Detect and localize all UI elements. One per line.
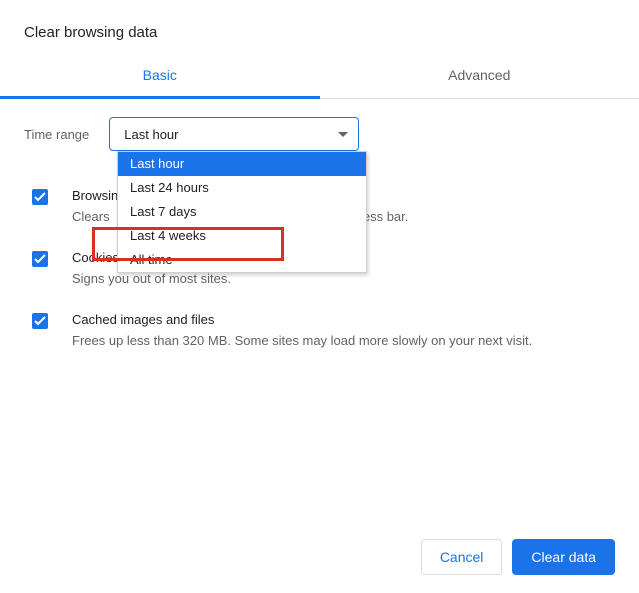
time-range-row: Time range Last hour Last hour Last 24 h… [24, 117, 615, 151]
clear-data-button[interactable]: Clear data [512, 539, 615, 575]
checkbox-cookies[interactable] [32, 251, 48, 267]
dialog-content: Time range Last hour Last hour Last 24 h… [0, 99, 639, 351]
option-all-time[interactable]: All time [118, 248, 366, 272]
clear-browsing-data-dialog: Clear browsing data Basic Advanced Time … [0, 0, 639, 593]
cancel-button[interactable]: Cancel [421, 539, 503, 575]
option-last-hour[interactable]: Last hour [118, 152, 366, 176]
dialog-title: Clear browsing data [0, 0, 639, 51]
cache-text: Cached images and files Frees up less th… [72, 311, 615, 351]
tab-basic[interactable]: Basic [0, 55, 320, 99]
time-range-dropdown: Last hour Last 24 hours Last 7 days Last… [117, 151, 367, 273]
cache-desc: Frees up less than 320 MB. Some sites ma… [72, 331, 615, 351]
time-range-value: Last hour [124, 127, 178, 142]
dialog-footer: Cancel Clear data [421, 539, 615, 575]
time-range-label: Time range [24, 127, 89, 142]
cache-title: Cached images and files [72, 311, 615, 329]
chevron-down-icon [338, 132, 348, 137]
check-icon [34, 316, 46, 326]
tabs: Basic Advanced [0, 55, 639, 99]
option-last-4-weeks[interactable]: Last 4 weeks [118, 224, 366, 248]
row-cache: Cached images and files Frees up less th… [24, 311, 615, 351]
checkbox-cache[interactable] [32, 313, 48, 329]
time-range-select[interactable]: Last hour [109, 117, 359, 151]
tab-advanced[interactable]: Advanced [320, 55, 639, 98]
check-icon [34, 192, 46, 202]
check-icon [34, 254, 46, 264]
option-last-24-hours[interactable]: Last 24 hours [118, 176, 366, 200]
option-last-7-days[interactable]: Last 7 days [118, 200, 366, 224]
checkbox-browsing-history[interactable] [32, 189, 48, 205]
